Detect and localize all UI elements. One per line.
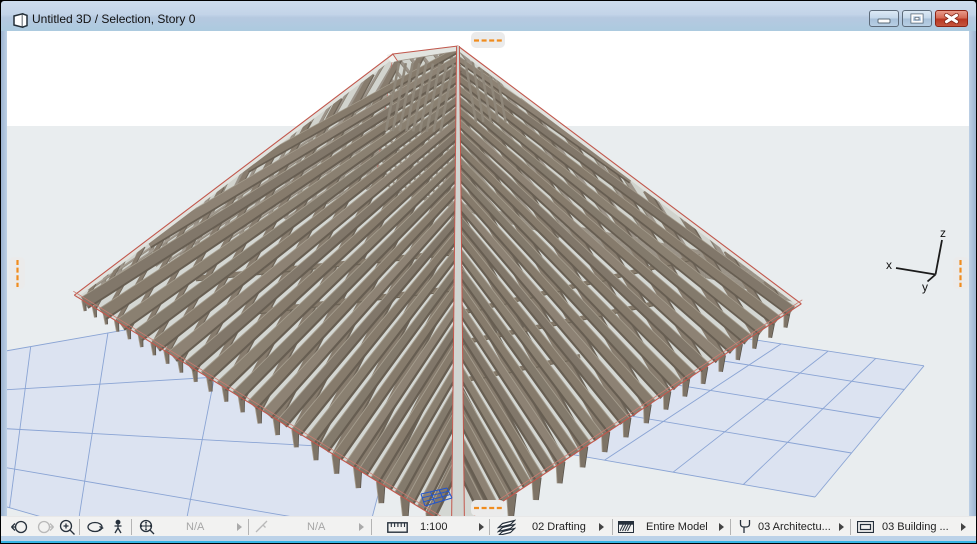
svg-text:x: x [886,258,892,272]
svg-text:y: y [922,280,928,294]
svg-text:z: z [940,226,946,240]
